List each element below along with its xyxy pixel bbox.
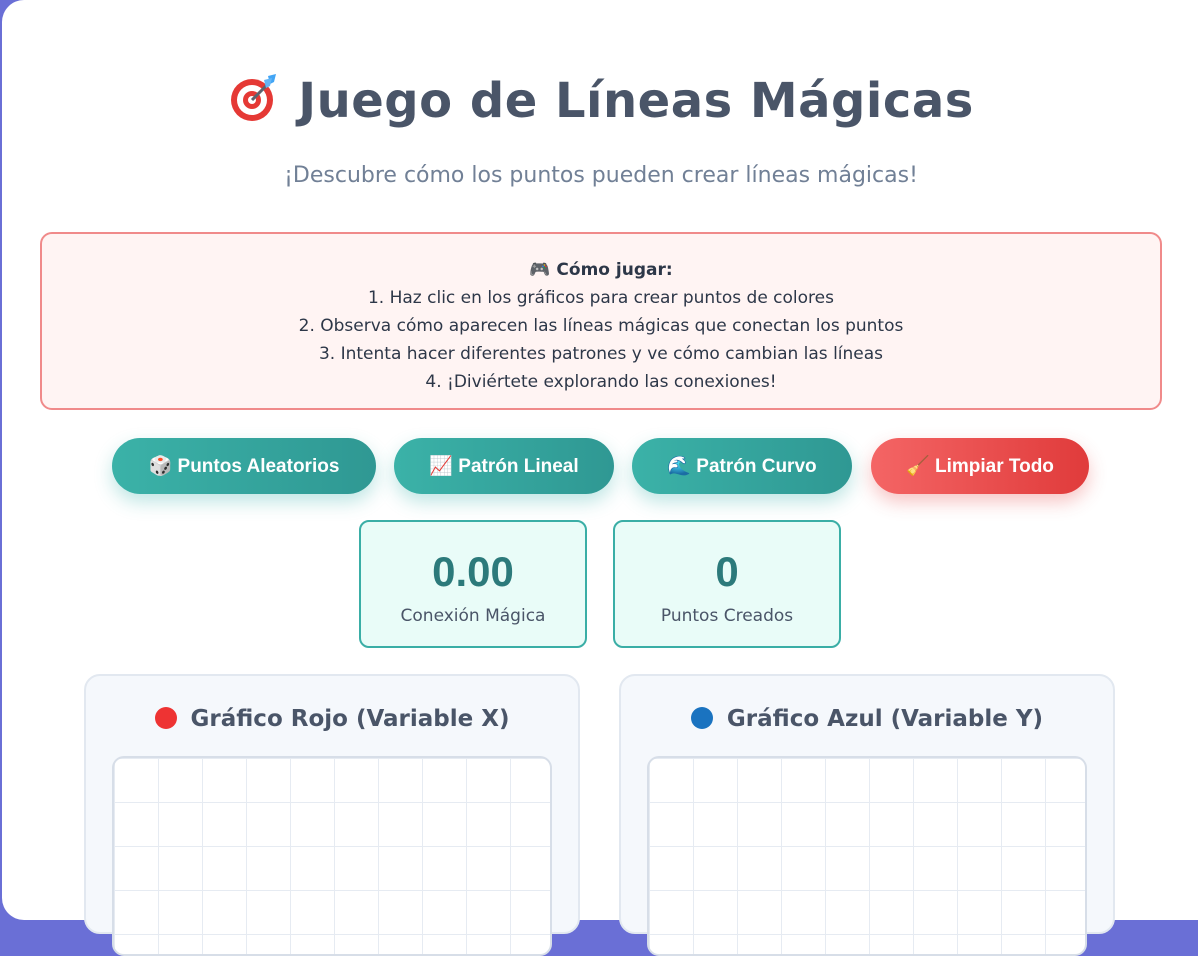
blue-circle-icon bbox=[690, 707, 713, 729]
points-value: 0 bbox=[715, 548, 739, 595]
page-title: Juego de Líneas Mágicas bbox=[2, 72, 1198, 136]
connection-label: Conexión Mágica bbox=[400, 606, 546, 626]
curve-pattern-button[interactable]: 🌊 Patrón Curvo bbox=[632, 438, 852, 494]
instruction-step: 3. Intenta hacer diferentes patrones y v… bbox=[318, 344, 884, 364]
instruction-step: 4. ¡Diviértete explorando las conexiones… bbox=[425, 372, 777, 392]
page-title-text: Juego de Líneas Mágicas bbox=[298, 73, 974, 129]
points-label: Puntos Creados bbox=[660, 606, 794, 626]
page-subtitle: ¡Descubre cómo los puntos pueden crear l… bbox=[284, 163, 918, 188]
red-chart-title: Gráfico Rojo (Variable X) bbox=[86, 706, 578, 732]
instructions-heading: 🎮 Cómo jugar: bbox=[529, 260, 673, 280]
clear-all-button[interactable]: 🧹 Limpiar Todo bbox=[871, 438, 1089, 494]
red-chart-canvas[interactable] bbox=[112, 756, 552, 956]
linear-pattern-button[interactable]: 📈 Patrón Lineal bbox=[394, 438, 614, 494]
instruction-step: 1. Haz clic en los gráficos para crear p… bbox=[367, 288, 834, 308]
points-stat: 0 Puntos Creados bbox=[613, 520, 841, 648]
blue-chart-title-text: Gráfico Azul (Variable Y) bbox=[726, 706, 1044, 732]
red-chart-panel: Gráfico Rojo (Variable X) bbox=[84, 674, 580, 956]
target-icon bbox=[228, 72, 280, 136]
blue-chart-canvas[interactable] bbox=[647, 756, 1087, 956]
instruction-step: 2. Observa cómo aparecen las líneas mági… bbox=[298, 316, 904, 336]
red-chart-title-text: Gráfico Rojo (Variable X) bbox=[190, 706, 510, 732]
red-circle-icon bbox=[154, 707, 177, 729]
blue-chart-title: Gráfico Azul (Variable Y) bbox=[621, 706, 1113, 732]
main-card: Juego de Líneas Mágicas ¡Descubre cómo l… bbox=[2, 0, 1198, 956]
instructions-box: 🎮 Cómo jugar: 1. Haz clic en los gráfico… bbox=[40, 232, 1162, 410]
connection-stat: 0.00 Conexión Mágica bbox=[359, 520, 587, 648]
blue-chart-panel: Gráfico Azul (Variable Y) bbox=[619, 674, 1115, 956]
random-points-button[interactable]: 🎲 Puntos Aleatorios bbox=[112, 438, 376, 494]
connection-value: 0.00 bbox=[432, 548, 514, 595]
